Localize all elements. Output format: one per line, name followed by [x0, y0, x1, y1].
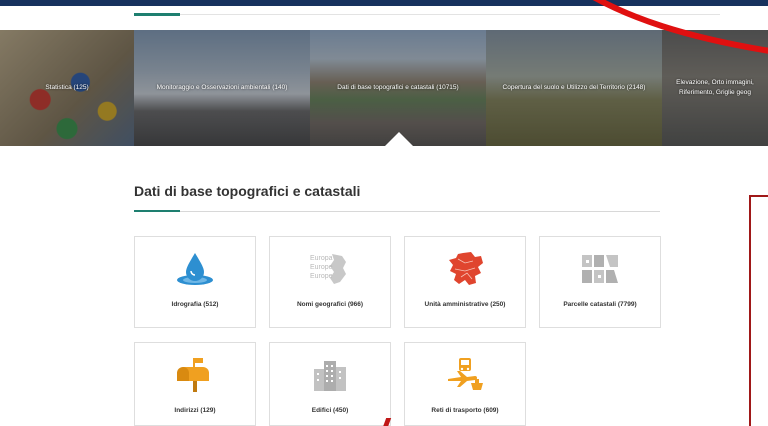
transport-icon [405, 357, 525, 393]
category-card-unita-amministrative[interactable]: Unità amministrative (250) [404, 236, 526, 328]
category-card-label: Unità amministrative (250) [424, 301, 506, 308]
active-item-pointer [385, 132, 413, 146]
europe-label: Europa [310, 255, 333, 262]
annotation-arc [592, 0, 768, 54]
category-card-label: Idrografia (512) [171, 301, 219, 308]
water-drop-icon [135, 251, 255, 287]
buildings-icon [270, 357, 390, 393]
category-card-label: Reti di trasporto (609) [431, 407, 499, 414]
carousel-item-monitoraggio[interactable]: Monitoraggio e Osservazioni ambientali (… [134, 30, 310, 146]
annotation-box [749, 195, 768, 426]
europe-map-icon [405, 251, 525, 287]
category-card-nomi-geografici[interactable]: Europa Europe Europe Nomi geografici (96… [269, 236, 391, 328]
category-card-label: Edifici (450) [311, 407, 349, 414]
carousel-item-label: Dati di base topografici e catastali (10… [337, 84, 459, 91]
category-card-label: Parcelle catastali (7799) [563, 301, 637, 308]
title-divider [134, 211, 660, 212]
carousel-item-label: Copertura del suolo e Utilizzo del Terri… [502, 84, 646, 91]
category-card-label: Indirizzi (129) [174, 407, 216, 414]
category-card-idrografia[interactable]: Idrografia (512) [134, 236, 256, 328]
category-card-indirizzi[interactable]: Indirizzi (129) [134, 342, 256, 426]
europe-label: Europe [310, 264, 333, 271]
carousel-item-statistica[interactable]: Statistica (125) [0, 30, 134, 146]
title-accent-bar [134, 210, 180, 212]
active-tab-indicator [134, 13, 180, 16]
europe-label: Europe [310, 273, 333, 280]
category-card-parcelle-catastali[interactable]: Parcelle catastali (7799) [539, 236, 661, 328]
page: Statistica (125) Monitoraggio e Osservaz… [0, 0, 768, 426]
europe-names-icon: Europa Europe Europe [270, 251, 390, 287]
carousel-item-label: Statistica (125) [45, 84, 89, 91]
carousel-item-dati-topografici[interactable]: Dati di base topografici e catastali (10… [310, 30, 486, 146]
parcels-icon [540, 251, 660, 287]
section-title: Dati di base topografici e catastali [134, 183, 361, 199]
category-card-edifici[interactable]: Edifici (450) [269, 342, 391, 426]
mailbox-icon [135, 357, 255, 393]
carousel-item-label: Monitoraggio e Osservazioni ambientali (… [156, 84, 288, 91]
category-card-reti-trasporto[interactable]: Reti di trasporto (609) [404, 342, 526, 426]
category-card-label: Nomi geografici (966) [296, 301, 364, 308]
